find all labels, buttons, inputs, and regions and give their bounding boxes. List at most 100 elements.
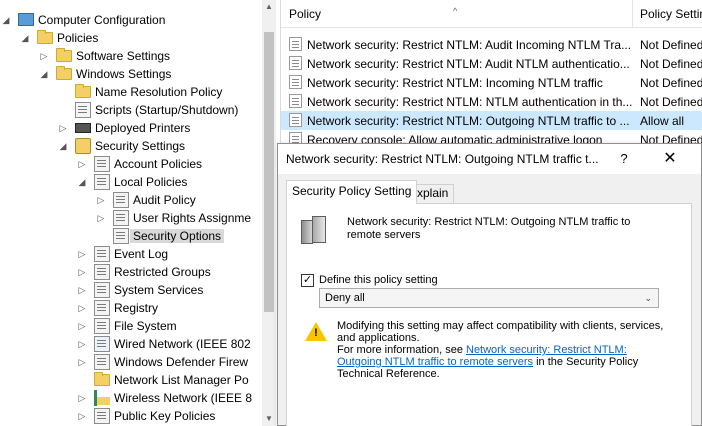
policy-value: Not Defined [640, 57, 702, 71]
server-icon [301, 216, 327, 246]
policy-row[interactable]: Network security: Restrict NTLM: Audit I… [281, 35, 702, 54]
help-button[interactable]: ? [614, 149, 634, 169]
define-policy-label[interactable]: Define this policy setting [319, 274, 438, 286]
tree-item-label: Account Policies [114, 157, 203, 171]
scroll-down-arrow[interactable]: ▼ [262, 412, 276, 426]
tree-item[interactable]: ▷ Windows Defender Firew [0, 353, 262, 371]
tree-item[interactable]: ▷ Deployed Printers [0, 119, 262, 137]
collapsed-chevron-icon[interactable]: ▷ [76, 356, 88, 368]
collapsed-chevron-icon[interactable]: ▷ [76, 266, 88, 278]
dialog-titlebar[interactable]: Network security: Restrict NTLM: Outgoin… [278, 144, 701, 174]
tree-item-label: System Services [114, 283, 204, 297]
tree-item[interactable]: ▷ Audit Policy [0, 191, 262, 209]
expanded-chevron-icon[interactable]: ◢ [38, 68, 50, 80]
policy-name: Network security: Restrict NTLM: Outgoin… [307, 114, 630, 128]
collapsed-chevron-icon[interactable]: ▷ [38, 50, 50, 62]
more-info-text: For more information, see Network securi… [337, 344, 639, 380]
expanded-chevron-icon[interactable]: ◢ [19, 32, 31, 44]
collapsed-chevron-icon[interactable]: ▷ [76, 302, 88, 314]
tree-item-label: Scripts (Startup/Shutdown) [95, 103, 239, 117]
tree-item-label: Network List Manager Po [114, 373, 249, 387]
collapsed-chevron-icon[interactable]: ▷ [76, 284, 88, 296]
tree-item[interactable]: ▷ File System [0, 317, 262, 335]
setting-name: Network security: Restrict NTLM: Outgoin… [347, 216, 631, 241]
tree-item[interactable]: ▷ Wireless Network (IEEE 8 [0, 389, 262, 407]
folder-icon [75, 84, 91, 98]
tree-item[interactable]: ◢ Windows Settings [0, 65, 262, 83]
column-policy-setting[interactable]: Policy Settin [632, 0, 702, 28]
tree-item[interactable]: ▷ User Rights Assignme [0, 209, 262, 227]
policy-name: Network security: Restrict NTLM: Audit I… [307, 38, 632, 52]
warning-message: Modifying this setting may affect compat… [337, 320, 664, 344]
collapsed-chevron-icon[interactable]: ▷ [76, 158, 88, 170]
security-folder-icon [113, 210, 129, 226]
tree-item[interactable]: Name Resolution Policy [0, 83, 262, 101]
policy-row[interactable]: Network security: Restrict NTLM: Audit N… [281, 54, 702, 73]
policy-setting-icon [289, 37, 302, 51]
security-folder-icon [94, 408, 110, 424]
policy-value: Allow all [640, 114, 685, 128]
tree-item[interactable]: ▷ Public Key Policies [0, 407, 262, 425]
tree-item-label: Wired Network (IEEE 802 [114, 337, 251, 351]
tab-security-policy-setting[interactable]: Security Policy Setting [286, 180, 418, 204]
policy-setting-icon [289, 56, 302, 70]
tree-item[interactable]: Scripts (Startup/Shutdown) [0, 101, 262, 119]
scroll-up-arrow[interactable]: ▲ [262, 0, 276, 14]
tree-item[interactable]: ◢ Policies [0, 29, 262, 47]
tree-item-label: Public Key Policies [114, 409, 216, 423]
no-expander [76, 374, 88, 386]
tree-item[interactable]: ▷ Wired Network (IEEE 802 [0, 335, 262, 353]
policy-row[interactable]: Network security: Restrict NTLM: Incomin… [281, 73, 702, 92]
tree-item-label: Policies [57, 31, 99, 45]
security-icon [75, 138, 91, 154]
expanded-chevron-icon[interactable]: ◢ [76, 176, 88, 188]
collapsed-chevron-icon[interactable]: ▷ [95, 212, 107, 224]
tree-item[interactable]: ▷ Event Log [0, 245, 262, 263]
collapsed-chevron-icon[interactable]: ▷ [76, 392, 88, 404]
tree-item-label: Name Resolution Policy [95, 85, 223, 99]
script-icon [75, 102, 91, 118]
tree-item[interactable]: ▷ Restricted Groups [0, 263, 262, 281]
security-folder-icon [94, 354, 110, 370]
warning-icon: ! [305, 322, 327, 342]
expanded-chevron-icon[interactable]: ◢ [0, 14, 12, 26]
policy-properties-dialog: Network security: Restrict NTLM: Outgoin… [277, 143, 702, 426]
policy-setting-icon [289, 94, 302, 108]
security-folder-icon [94, 318, 110, 334]
printer-icon [75, 123, 91, 133]
policy-name: Network security: Restrict NTLM: Incomin… [307, 76, 603, 90]
security-folder-icon [94, 246, 110, 262]
collapsed-chevron-icon[interactable]: ▷ [76, 248, 88, 260]
policy-row[interactable]: Network security: Restrict NTLM: Outgoin… [281, 111, 702, 130]
tree-item[interactable]: ◢ Security Settings [0, 137, 262, 155]
tree-item-label: Software Settings [76, 49, 171, 63]
tree-item[interactable]: ◢ Computer Configuration [0, 11, 262, 29]
policy-row[interactable]: Network security: Restrict NTLM: NTLM au… [281, 92, 702, 111]
tree-item-label: Deployed Printers [95, 121, 191, 135]
dialog-title: Network security: Restrict NTLM: Outgoin… [286, 152, 599, 166]
tree-item-label: Registry [114, 301, 159, 315]
scrollbar-thumb[interactable] [264, 32, 274, 312]
tree-scrollbar[interactable]: ▲ ▼ [262, 0, 276, 426]
tree-item[interactable]: ▷ Software Settings [0, 47, 262, 65]
policy-value: Not Defined [640, 76, 702, 90]
policy-option-dropdown[interactable]: Deny all ⌄ [319, 288, 659, 308]
tree-item[interactable]: ▷ Registry [0, 299, 262, 317]
define-policy-checkbox[interactable]: ✓ [301, 274, 314, 287]
tree-item[interactable]: Network List Manager Po [0, 371, 262, 389]
no-expander [95, 230, 107, 242]
tree-item[interactable]: ▷ Account Policies [0, 155, 262, 173]
collapsed-chevron-icon[interactable]: ▷ [57, 122, 69, 134]
tree-item[interactable]: ▷ System Services [0, 281, 262, 299]
collapsed-chevron-icon[interactable]: ▷ [95, 194, 107, 206]
tree-item[interactable]: ◢ Local Policies [0, 173, 262, 191]
tree-item-label: Event Log [114, 247, 169, 261]
tree-item-label: Restricted Groups [114, 265, 211, 279]
collapsed-chevron-icon[interactable]: ▷ [76, 320, 88, 332]
security-folder-icon [113, 228, 129, 244]
expanded-chevron-icon[interactable]: ◢ [57, 140, 69, 152]
collapsed-chevron-icon[interactable]: ▷ [76, 338, 88, 350]
collapsed-chevron-icon[interactable]: ▷ [76, 410, 88, 422]
close-button[interactable]: ✕ [656, 149, 684, 169]
tree-item[interactable]: Security Options [0, 227, 262, 245]
